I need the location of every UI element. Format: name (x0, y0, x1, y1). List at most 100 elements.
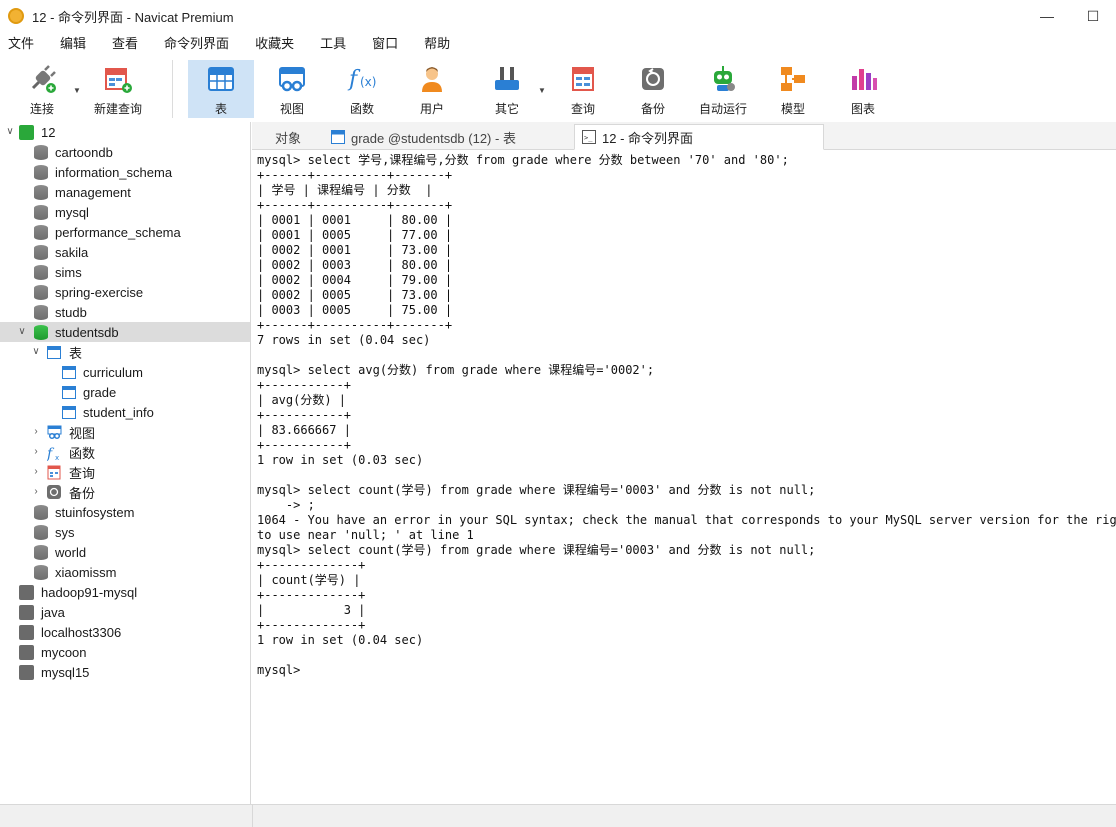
tree-connection-12[interactable]: ∨ 12 (0, 122, 250, 142)
tree-db-mysql[interactable]: mysql (0, 202, 250, 222)
console-line: mysql> select avg(分数) from grade where 课… (257, 363, 655, 377)
expand-chevron-icon[interactable]: › (31, 447, 41, 457)
tab-objects[interactable]: 对象 (252, 124, 324, 150)
model-icon (778, 64, 808, 94)
function-label: 函数 (349, 102, 374, 116)
expand-chevron-icon[interactable]: › (31, 467, 41, 477)
menu-help[interactable]: 帮助 (416, 32, 458, 56)
other-dropdown-arrow-icon[interactable]: ▼ (538, 86, 546, 95)
other-button[interactable]: 其它 (474, 60, 540, 118)
model-label: 模型 (780, 102, 805, 116)
tree-db-sys[interactable]: sys (0, 522, 250, 542)
database-icon (34, 144, 48, 160)
view-group-icon (47, 425, 62, 440)
collapse-chevron-icon[interactable]: ∨ (17, 327, 27, 337)
console-line: +-------------+ (257, 618, 366, 632)
table-icon (62, 405, 76, 419)
menu-view[interactable]: 查看 (104, 32, 146, 56)
tree-db-performance-schema[interactable]: performance_schema (0, 222, 250, 242)
console-line: | 0002 | 0005 | 73.00 | (257, 288, 453, 302)
svg-text:(x): (x) (360, 75, 376, 89)
tree-connection-mysql15[interactable]: mysql15 (0, 662, 250, 682)
svg-text:f: f (347, 67, 361, 92)
view-label: 视图 (279, 102, 304, 116)
mysql-connection-icon (19, 664, 34, 680)
maximize-button[interactable]: ☐ (1070, 0, 1116, 32)
tree-db-management[interactable]: management (0, 182, 250, 202)
console-line: | 0002 | 0004 | 79.00 | (257, 273, 453, 287)
function-icon: f (x) (347, 64, 377, 94)
console-line: | 0002 | 0001 | 73.00 | (257, 243, 453, 257)
tree-group-functions[interactable]: › fx 函数 (0, 442, 250, 463)
tree-db-spring-exercise[interactable]: spring-exercise (0, 282, 250, 302)
menu-window[interactable]: 窗口 (364, 32, 406, 56)
collapse-chevron-icon[interactable]: ∨ (5, 127, 15, 137)
tree-table-curriculum[interactable]: curriculum (0, 362, 250, 382)
tree-connection-java[interactable]: java (0, 602, 250, 622)
tab-grade-table[interactable]: grade @studentsdb (12) - 表 (326, 124, 574, 150)
collapse-chevron-icon[interactable]: ∨ (31, 347, 41, 357)
database-icon (34, 524, 48, 540)
console-line: +-----------+ (257, 438, 351, 452)
backup-button[interactable]: 备份 (620, 60, 686, 118)
tree-db-stuinfosystem[interactable]: stuinfosystem (0, 502, 250, 522)
tree-db-sims[interactable]: sims (0, 262, 250, 282)
menu-favorites[interactable]: 收藏夹 (247, 32, 302, 56)
query-button[interactable]: 查询 (550, 60, 616, 118)
title-bar: 12 - 命令列界面 - Navicat Premium — ☐ (0, 0, 1116, 32)
tree-connection-localhost3306[interactable]: localhost3306 (0, 622, 250, 642)
tree-db-xiaomissm[interactable]: xiaomissm (0, 562, 250, 582)
console-line: 1 row in set (0.04 sec) (257, 633, 424, 647)
tree-db-world[interactable]: world (0, 542, 250, 562)
tree-group-views[interactable]: › 视图 (0, 422, 250, 442)
tree-db-studb[interactable]: studb (0, 302, 250, 322)
console-line: mysql> select count(学号) from grade where… (257, 483, 816, 497)
new-query-icon (103, 64, 133, 94)
console-output[interactable]: mysql> select 学号,课程编号,分数 from grade wher… (252, 151, 1116, 804)
menu-tools[interactable]: 工具 (312, 32, 354, 56)
navicat-app-icon (8, 8, 24, 24)
console-line: +------+----------+-------+ (257, 318, 453, 332)
view-button[interactable]: 视图 (259, 60, 325, 118)
menu-bar: 文件 编辑 查看 命令列界面 收藏夹 工具 窗口 帮助 (0, 32, 1116, 56)
tree-db-sakila[interactable]: sakila (0, 242, 250, 262)
table-button[interactable]: 表 (188, 60, 254, 118)
database-icon (34, 284, 48, 300)
automation-label: 自动运行 (698, 102, 747, 116)
main-toolbar: 连接 ▼ 新建查询 表 视图 f (x) 函数 用户 其它 ▼ 查询 备份 自动… (0, 56, 1116, 122)
tree-connection-hadoop91-mysql[interactable]: hadoop91-mysql (0, 582, 250, 602)
tree-db-information-schema[interactable]: information_schema (0, 162, 250, 182)
minimize-button[interactable]: — (1024, 0, 1070, 32)
expand-chevron-icon[interactable]: › (31, 427, 41, 437)
tab-console[interactable]: >_ 12 - 命令列界面 (574, 124, 824, 150)
database-icon (34, 244, 48, 260)
svg-text:f: f (47, 446, 55, 461)
database-icon (34, 204, 48, 220)
tree-group-backups[interactable]: › 备份 (0, 482, 250, 502)
tree-db-studentsdb[interactable]: ∨ studentsdb (0, 322, 250, 342)
tree-connection-mycoon[interactable]: mycoon (0, 642, 250, 662)
svg-text:x: x (55, 454, 59, 461)
connection-tree: ∨ 12 cartoondb information_schema manage… (0, 122, 251, 804)
model-button[interactable]: 模型 (760, 60, 826, 118)
connect-button[interactable]: 连接 (9, 60, 75, 118)
user-button[interactable]: 用户 (399, 60, 465, 118)
menu-file[interactable]: 文件 (0, 32, 42, 56)
tree-table-student-info[interactable]: student_info (0, 402, 250, 422)
new-query-button[interactable]: 新建查询 (85, 60, 151, 118)
menu-edit[interactable]: 编辑 (52, 32, 94, 56)
automation-button[interactable]: 自动运行 (690, 60, 756, 118)
menu-console[interactable]: 命令列界面 (156, 32, 237, 56)
chart-button[interactable]: 图表 (830, 60, 896, 118)
table-icon (62, 365, 76, 379)
tree-group-tables[interactable]: ∨ 表 (0, 342, 250, 362)
tree-group-queries[interactable]: › 查询 (0, 462, 250, 482)
backup-group-icon (47, 485, 61, 499)
console-line: | 0003 | 0005 | 75.00 | (257, 303, 453, 317)
query-label: 查询 (570, 102, 595, 116)
tree-table-grade[interactable]: grade (0, 382, 250, 402)
expand-chevron-icon[interactable]: › (31, 487, 41, 497)
tree-db-cartoondb[interactable]: cartoondb (0, 142, 250, 162)
function-button[interactable]: f (x) 函数 (329, 60, 395, 118)
connect-dropdown-arrow-icon[interactable]: ▼ (73, 86, 81, 95)
